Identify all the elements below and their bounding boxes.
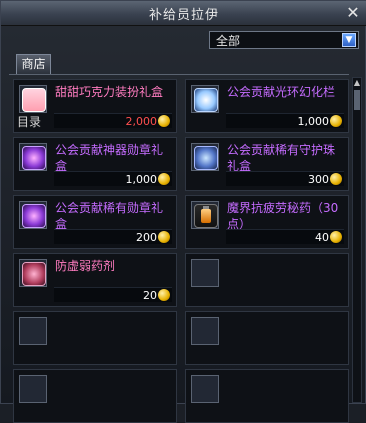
guardian-orb-icon bbox=[194, 146, 218, 170]
price-value: 200 bbox=[136, 230, 157, 244]
purple-medal-icon bbox=[22, 146, 46, 170]
empty-item-slot[interactable] bbox=[13, 311, 177, 365]
price-value: 40 bbox=[315, 230, 329, 244]
coin-icon bbox=[330, 231, 342, 243]
potion-bottle-icon bbox=[201, 206, 211, 223]
shop-item[interactable]: 公会贡献稀有勋章礼盒 200 bbox=[13, 195, 177, 249]
category-filter-select[interactable]: 全部 ▼ bbox=[209, 31, 359, 49]
item-slot[interactable] bbox=[19, 375, 47, 403]
empty-item-slot[interactable] bbox=[185, 311, 349, 365]
ring-orb-icon bbox=[194, 88, 218, 112]
item-slot[interactable] bbox=[191, 143, 219, 171]
item-name: 魔界抗疲劳秘药（30点） bbox=[227, 201, 339, 231]
tab-shop[interactable]: 商店 bbox=[16, 54, 51, 74]
coin-icon bbox=[330, 115, 342, 127]
item-price: 20 bbox=[143, 288, 170, 302]
item-slot[interactable] bbox=[19, 143, 47, 171]
tab-divider bbox=[9, 74, 349, 75]
item-slot[interactable] bbox=[191, 201, 219, 229]
title-bar[interactable]: 补给员拉伊 ✕ bbox=[1, 1, 366, 26]
shop-item[interactable]: 公会贡献稀有守护珠礼盒 300 bbox=[185, 137, 349, 191]
item-slot[interactable] bbox=[191, 259, 219, 287]
shop-item[interactable]: 公会贡献神器勋章礼盒 1,000 bbox=[13, 137, 177, 191]
item-name: 公会贡献光环幻化栏 bbox=[227, 85, 336, 99]
item-slot[interactable] bbox=[191, 375, 219, 403]
coin-icon bbox=[158, 115, 170, 127]
close-button[interactable]: ✕ bbox=[343, 3, 363, 23]
price-value: 20 bbox=[143, 288, 157, 302]
rare-medal-icon bbox=[22, 204, 46, 228]
price-value: 300 bbox=[308, 172, 329, 186]
scrollbar[interactable]: ▲ bbox=[352, 77, 362, 403]
coin-icon bbox=[158, 231, 170, 243]
potion-icon bbox=[194, 204, 218, 228]
item-price: 1,000 bbox=[297, 114, 342, 128]
item-slot[interactable] bbox=[19, 85, 47, 113]
scroll-up-icon[interactable]: ▲ bbox=[353, 78, 361, 88]
coin-icon bbox=[158, 289, 170, 301]
shop-item[interactable]: 防虚弱药剂 20 bbox=[13, 253, 177, 307]
item-name: 防虚弱药剂 bbox=[55, 259, 116, 273]
item-name: 甜甜巧克力装扮礼盒 bbox=[55, 85, 164, 99]
item-slot[interactable] bbox=[191, 85, 219, 113]
close-icon: ✕ bbox=[346, 3, 360, 22]
price-value: 2,000 bbox=[125, 114, 158, 128]
coin-icon bbox=[330, 173, 342, 185]
catalog-label[interactable]: 目录 bbox=[17, 115, 47, 129]
gift-box-icon bbox=[22, 88, 46, 112]
item-price: 1,000 bbox=[125, 172, 170, 186]
item-price: 40 bbox=[315, 230, 342, 244]
shop-item[interactable]: 公会贡献光环幻化栏 1,000 bbox=[185, 79, 349, 133]
empty-item-slot[interactable] bbox=[185, 369, 349, 423]
empty-item-slot[interactable] bbox=[185, 253, 349, 307]
category-filter-value: 全部 bbox=[216, 33, 241, 48]
price-value: 1,000 bbox=[125, 172, 158, 186]
shop-item[interactable]: 魔界抗疲劳秘药（30点） 40 bbox=[185, 195, 349, 249]
item-slot[interactable] bbox=[191, 317, 219, 345]
item-name: 公会贡献稀有守护珠礼盒 bbox=[227, 143, 336, 173]
item-slot[interactable] bbox=[19, 201, 47, 229]
chevron-down-icon[interactable]: ▼ bbox=[342, 33, 356, 47]
price-value: 1,000 bbox=[297, 114, 330, 128]
flask-icon bbox=[22, 262, 46, 286]
scroll-thumb[interactable] bbox=[354, 90, 360, 110]
shop-window: 补给员拉伊 ✕ 全部 ▼ 商店 甜甜巧克力装扮礼盒 目录 2,000 公会贡献光… bbox=[0, 0, 366, 423]
shop-item[interactable]: 甜甜巧克力装扮礼盒 目录 2,000 bbox=[13, 79, 177, 133]
item-price: 300 bbox=[308, 172, 342, 186]
window-title: 补给员拉伊 bbox=[148, 7, 219, 23]
item-slot[interactable] bbox=[19, 317, 47, 345]
empty-item-slot[interactable] bbox=[13, 369, 177, 423]
item-name: 公会贡献神器勋章礼盒 bbox=[55, 143, 164, 173]
tab-shop-label: 商店 bbox=[21, 57, 46, 71]
item-grid: 甜甜巧克力装扮礼盒 目录 2,000 公会贡献光环幻化栏 1,000 公会贡献神… bbox=[13, 79, 349, 423]
item-slot[interactable] bbox=[19, 259, 47, 287]
item-price: 2,000 bbox=[125, 114, 170, 128]
item-name: 公会贡献稀有勋章礼盒 bbox=[55, 201, 164, 231]
coin-icon bbox=[158, 173, 170, 185]
item-price: 200 bbox=[136, 230, 170, 244]
